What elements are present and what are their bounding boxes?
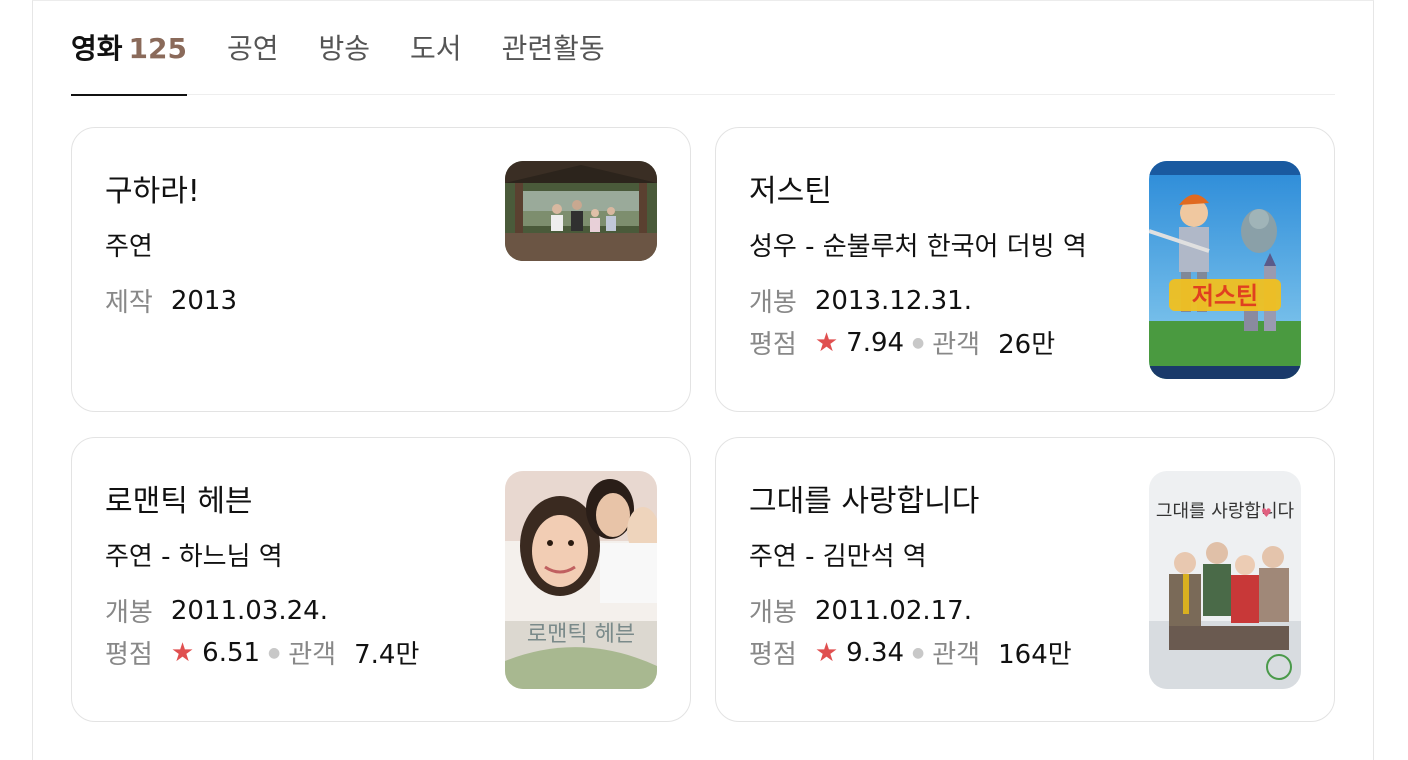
tab-label: 공연 (226, 32, 279, 65)
movie-role: 주연 - 김만석 역 (749, 542, 927, 572)
dot-separator: ● (912, 644, 925, 661)
tab-label: 관련활동 (501, 32, 605, 65)
star-icon: ★ (814, 637, 839, 668)
movie-title[interactable]: 저스틴 (749, 166, 832, 210)
rating-line: 평점 ★ 7.94 ● 관객 26만 (749, 324, 1055, 361)
movie-role: 주연 - 하느님 역 (105, 542, 283, 572)
rating-value: 7.94 (846, 327, 905, 358)
poster-title-text: 로맨틱 헤븐 (527, 622, 635, 647)
audience-value: 7.4만 (354, 640, 420, 670)
production-line: 제작 2013 (105, 282, 237, 319)
category-tabs: 영화 125 공연 방송 도서 관련활동 (71, 0, 1335, 96)
rating-line: 평점 ★ 9.34 ● 관객 164만 (749, 634, 1072, 671)
tab-label: 방송 (318, 32, 371, 65)
release-line: 개봉 2013.12.31. (749, 282, 972, 319)
movie-title[interactable]: 구하라! (105, 166, 200, 210)
rating-label: 평점 (749, 330, 797, 360)
tab-movies[interactable]: 영화 125 (71, 0, 187, 96)
tab-broadcasts[interactable]: 방송 (319, 0, 371, 95)
release-label: 개봉 (749, 598, 797, 628)
movie-poster[interactable]: 저스틴 (1149, 161, 1301, 379)
movie-card[interactable]: 로맨틱 헤븐 주연 - 하느님 역 개봉 2011.03.24. 평점 ★ 6.… (71, 437, 691, 722)
movie-card[interactable]: 구하라! 주연 제작 2013 (71, 127, 691, 412)
release-label: 개봉 (749, 288, 797, 318)
release-line: 개봉 2011.02.17. (749, 592, 972, 629)
dot-separator: ● (912, 334, 925, 351)
audience-value: 26만 (998, 330, 1056, 360)
release-date: 2011.02.17. (814, 595, 972, 626)
movie-still-image[interactable] (505, 161, 657, 261)
release-date: 2013.12.31. (814, 285, 972, 316)
movie-poster[interactable]: 그대를 사랑합니다 ♥ (1149, 471, 1301, 689)
movie-role: 주연 (105, 232, 153, 262)
movie-title[interactable]: 그대를 사랑합니다 (749, 476, 979, 520)
svg-text:♥: ♥ (1261, 506, 1272, 520)
production-year: 2013 (170, 285, 238, 316)
audience-value: 164만 (998, 640, 1072, 670)
tab-related-activities[interactable]: 관련활동 (502, 0, 605, 95)
movie-poster[interactable]: 로맨틱 헤븐 (505, 471, 657, 689)
release-date: 2011.03.24. (170, 595, 328, 626)
tab-count: 125 (128, 32, 187, 65)
rating-line: 평점 ★ 6.51 ● 관객 7.4만 (105, 634, 419, 671)
production-label: 제작 (105, 288, 153, 318)
dot-separator: ● (268, 644, 281, 661)
tab-label: 도서 (410, 32, 462, 65)
release-label: 개봉 (105, 598, 153, 628)
rating-value: 6.51 (202, 637, 261, 668)
poster-title-text: 저스틴 (1192, 282, 1258, 310)
tab-performances[interactable]: 공연 (227, 0, 279, 95)
release-line: 개봉 2011.03.24. (105, 592, 328, 629)
poster-title-text: 그대를 사랑합니다 (1156, 501, 1295, 522)
audience-label: 관객 (932, 330, 981, 360)
audience-label: 관객 (932, 640, 981, 670)
movie-role: 성우 - 순불루처 한국어 더빙 역 (749, 232, 1087, 262)
audience-label: 관객 (288, 640, 337, 670)
movie-card[interactable]: 그대를 사랑합니다 주연 - 김만석 역 개봉 2011.02.17. 평점 ★… (715, 437, 1335, 722)
rating-value: 9.34 (846, 637, 905, 668)
tab-books[interactable]: 도서 (410, 0, 462, 95)
movie-card[interactable]: 저스틴 성우 - 순불루처 한국어 더빙 역 개봉 2013.12.31. 평점… (715, 127, 1335, 412)
tab-label: 영화 (71, 32, 123, 65)
movie-title[interactable]: 로맨틱 헤븐 (105, 476, 253, 520)
star-icon: ★ (170, 637, 195, 668)
star-icon: ★ (814, 327, 839, 358)
rating-label: 평점 (749, 640, 797, 670)
rating-label: 평점 (105, 640, 153, 670)
